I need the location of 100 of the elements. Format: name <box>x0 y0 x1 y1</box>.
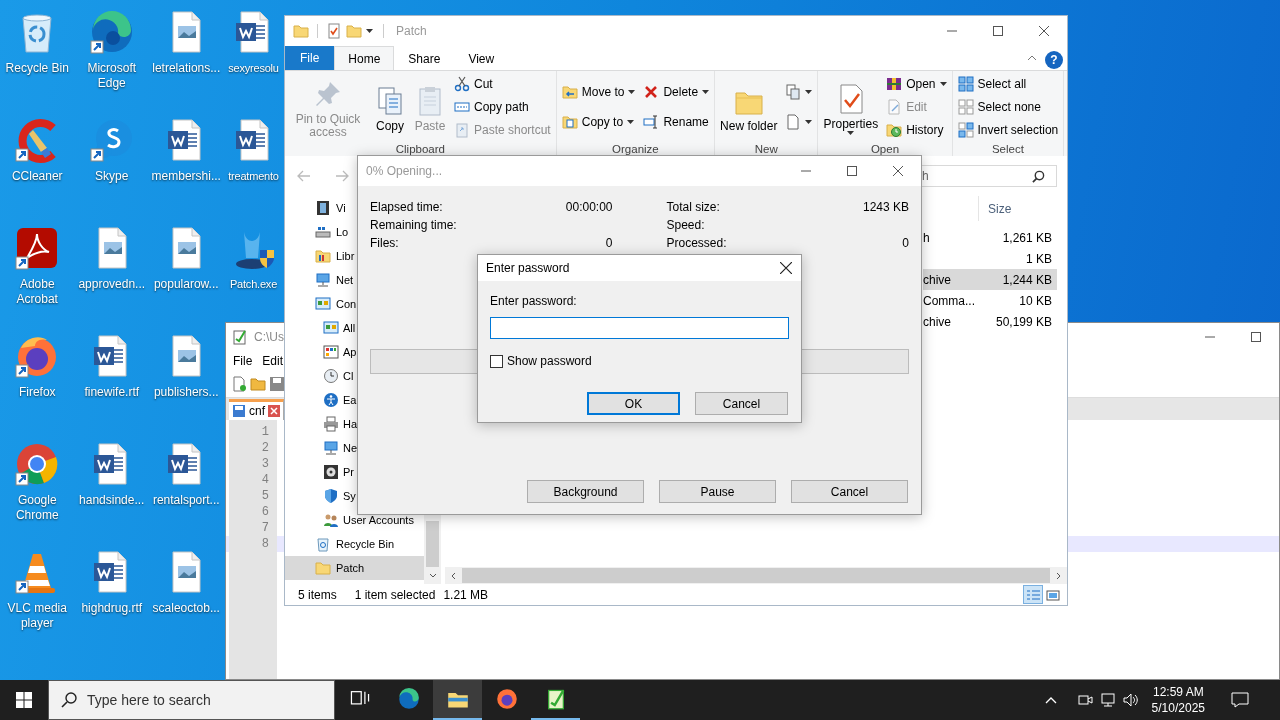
file-row[interactable]: chive 1,244 KB <box>923 269 1057 290</box>
stat-label: Speed: <box>666 217 705 234</box>
drive-icon <box>315 224 331 240</box>
maximize-icon <box>993 26 1003 36</box>
nav-item[interactable]: Ha <box>285 412 358 436</box>
dialog-button[interactable]: Cancel <box>791 480 908 503</box>
help-button[interactable]: ? <box>1045 50 1063 69</box>
scrollbar-thumb[interactable] <box>462 568 1050 583</box>
checkbox-label[interactable]: Show password <box>507 352 592 370</box>
stat-label: Processed: <box>666 235 727 252</box>
window-title: C:\Us <box>254 328 284 346</box>
stat-label: Total size: <box>666 199 720 216</box>
checkbox[interactable] <box>490 354 503 368</box>
file-row[interactable]: 1 KB <box>923 248 1057 269</box>
ribbon-button[interactable]: History <box>883 120 950 140</box>
nav-item[interactable]: Lo <box>285 220 349 244</box>
line-number: 4 <box>229 472 277 488</box>
nav-item[interactable]: Ea <box>285 388 357 412</box>
search-icon <box>1032 169 1045 183</box>
dialog-button[interactable]: Background <box>527 480 644 503</box>
nav-item[interactable]: Libr <box>285 244 355 268</box>
nav-item[interactable]: Con <box>285 292 357 316</box>
browser-icon <box>397 688 420 710</box>
ribbon-tab[interactable]: View <box>454 46 509 70</box>
line-number: 1 <box>229 424 277 440</box>
nav-item[interactable]: Vi <box>285 196 346 220</box>
file-row[interactable]: chive 50,199 KB <box>923 311 1057 332</box>
folder-icon <box>315 560 331 576</box>
ribbon-button[interactable]: Select none <box>954 97 1062 117</box>
dialog-button[interactable]: OK <box>587 392 680 415</box>
close-icon <box>893 166 903 176</box>
line-number: 2 <box>229 440 277 456</box>
ribbon-tab[interactable]: Home <box>334 46 395 70</box>
ribbon-group-label: Clipboard <box>394 143 446 156</box>
network-icon <box>1099 692 1116 708</box>
nav-item[interactable]: Patch <box>285 556 424 580</box>
clock-icon <box>323 368 339 384</box>
field-label: Enter password: <box>490 293 578 310</box>
selection-size: 1.21 MB <box>443 586 489 604</box>
ribbon-button[interactable]: Rename <box>640 112 713 133</box>
password-field[interactable] <box>490 317 789 339</box>
printer-icon <box>323 416 339 432</box>
nav-item[interactable]: All <box>285 316 356 340</box>
file-row[interactable]: h 1,261 KB <box>923 227 1057 248</box>
nav-item[interactable]: Sy <box>285 484 356 508</box>
stat-value: 00:00:00 <box>565 199 613 216</box>
ribbon-button[interactable]: New folder <box>717 81 781 133</box>
scrollbar-thumb[interactable] <box>426 521 439 567</box>
stat-value: 1243 KB <box>862 199 909 216</box>
ribbon-group-label: Organize <box>611 143 660 156</box>
ribbon-button[interactable]: Copy to <box>558 112 639 133</box>
window-title: Patch <box>396 23 427 40</box>
search-box[interactable]: Type here to search <box>48 680 335 720</box>
shield-icon <box>323 488 339 504</box>
column-header[interactable]: Size <box>978 196 1059 221</box>
chevron-down-icon <box>428 573 437 578</box>
open-folder-icon <box>250 376 266 392</box>
dialog-button[interactable]: Cancel <box>695 392 788 415</box>
clock[interactable]: 12:59 AM 5/10/2025 <box>1145 684 1211 716</box>
stat-value: 0 <box>902 235 909 252</box>
invert-selection-icon <box>957 122 974 138</box>
ribbon-button[interactable]: Delete <box>640 81 713 102</box>
close-icon <box>1039 26 1049 36</box>
folder-icon <box>293 23 309 39</box>
ribbon-group-label: New <box>753 143 779 156</box>
back-arrow-icon <box>297 170 311 182</box>
ribbon-button[interactable]: Cut <box>451 74 554 94</box>
dialog-button[interactable]: Pause <box>659 480 776 503</box>
ribbon-button[interactable]: Copy <box>371 81 409 133</box>
nav-item[interactable]: Ne <box>285 436 358 460</box>
menu-item[interactable]: File <box>228 351 258 370</box>
folder-arrow-icon <box>561 83 578 100</box>
select-all-icon <box>957 76 974 92</box>
scissors-icon <box>454 76 470 92</box>
nav-item[interactable]: Net <box>285 268 354 292</box>
ribbon-button[interactable]: Properties <box>820 79 882 135</box>
nav-item[interactable]: Recycle Bin <box>285 532 395 556</box>
ribbon-button[interactable]: Invert selection <box>954 120 1062 140</box>
chevron-up-icon <box>1044 696 1057 704</box>
ribbon-button[interactable]: Copy path <box>451 97 554 117</box>
ribbon-group-label: Select <box>990 143 1025 156</box>
file-tab[interactable]: cnf <box>229 399 284 420</box>
chevron-left-icon <box>451 571 456 580</box>
nav-item[interactable]: Pr <box>285 460 354 484</box>
file-menu-button[interactable]: File <box>285 46 335 70</box>
taskbar-app[interactable] <box>433 680 482 720</box>
ribbon-tab[interactable]: Share <box>394 46 455 70</box>
chevron-up-icon <box>1027 55 1037 61</box>
rename-icon <box>643 114 660 131</box>
maximize-icon <box>1251 331 1261 342</box>
search-field[interactable]: Type here to search <box>87 689 237 711</box>
maximize-icon <box>847 166 857 176</box>
dialog-title: Enter password <box>486 260 570 277</box>
file-row[interactable]: Comma... 10 KB <box>923 290 1057 311</box>
ribbon-button[interactable]: Open <box>883 74 950 94</box>
item-count: 5 items <box>298 586 337 604</box>
new-item-icon <box>785 84 802 100</box>
archive-icon <box>886 76 903 92</box>
ribbon-button[interactable]: Move to <box>558 81 639 102</box>
ribbon-button[interactable]: Select all <box>954 74 1062 94</box>
